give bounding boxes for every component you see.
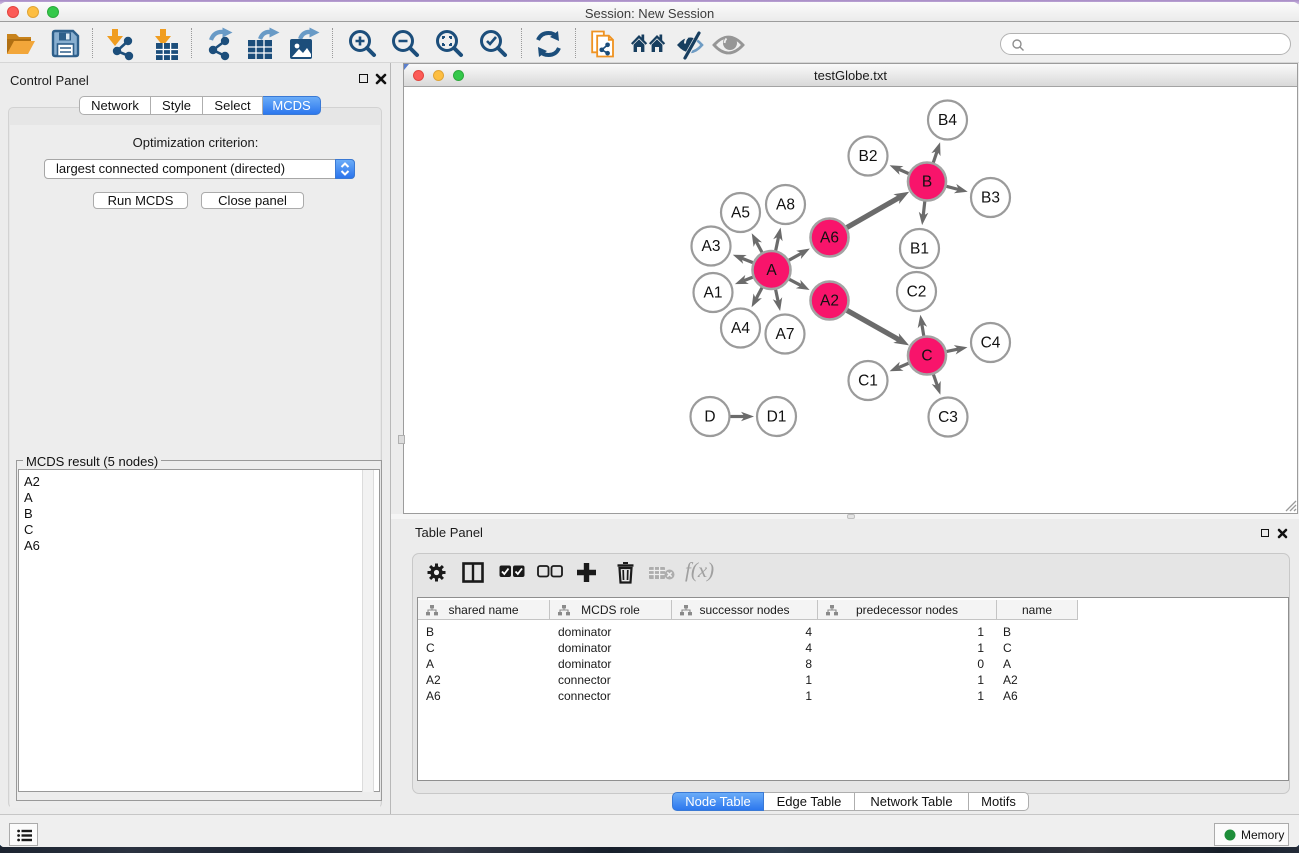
svg-text:B4: B4 bbox=[938, 112, 957, 129]
svg-text:A1: A1 bbox=[704, 285, 723, 302]
svg-text:B: B bbox=[922, 174, 932, 191]
svg-text:D1: D1 bbox=[767, 409, 787, 426]
svg-text:A8: A8 bbox=[776, 197, 795, 214]
svg-text:C1: C1 bbox=[858, 373, 878, 390]
svg-text:C4: C4 bbox=[981, 335, 1001, 352]
svg-text:A2: A2 bbox=[820, 293, 839, 310]
svg-text:A4: A4 bbox=[731, 320, 750, 337]
svg-text:A6: A6 bbox=[820, 230, 839, 247]
svg-text:A: A bbox=[766, 262, 777, 279]
svg-text:C2: C2 bbox=[907, 284, 927, 301]
svg-text:B2: B2 bbox=[859, 148, 878, 165]
svg-text:C: C bbox=[921, 348, 932, 365]
svg-text:A7: A7 bbox=[776, 326, 795, 343]
svg-text:A5: A5 bbox=[731, 205, 750, 222]
svg-text:B1: B1 bbox=[910, 241, 929, 258]
svg-text:D: D bbox=[704, 409, 715, 426]
svg-text:C3: C3 bbox=[938, 409, 958, 426]
svg-text:B3: B3 bbox=[981, 190, 1000, 207]
svg-text:A3: A3 bbox=[702, 238, 721, 255]
